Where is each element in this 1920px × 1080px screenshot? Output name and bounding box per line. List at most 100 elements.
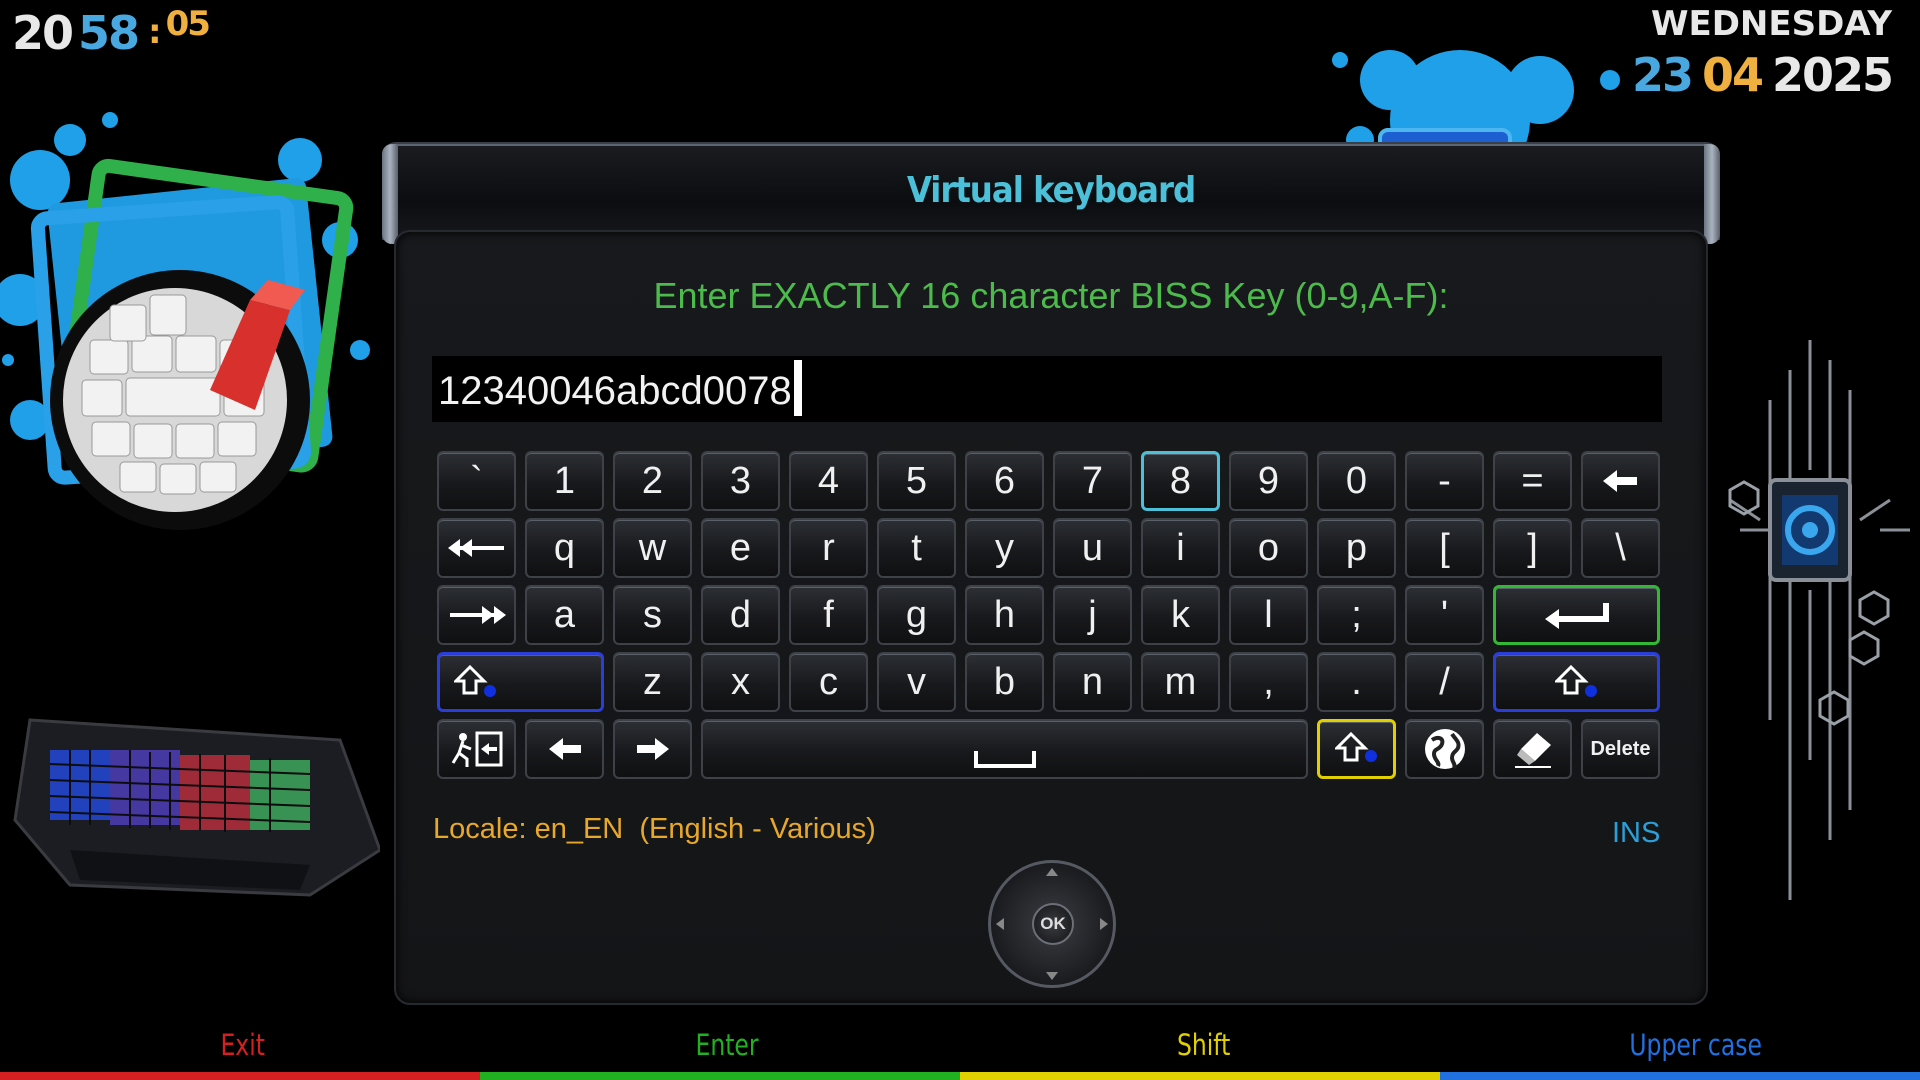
footer-red-label[interactable]: Exit bbox=[220, 1028, 264, 1062]
footer-yellow-label[interactable]: Shift bbox=[1177, 1028, 1230, 1062]
key-9[interactable]: 9 bbox=[1229, 451, 1308, 511]
key-7[interactable]: 7 bbox=[1053, 451, 1132, 511]
key-b[interactable]: b bbox=[965, 652, 1044, 712]
date-year: 2025 bbox=[1771, 48, 1894, 102]
locale-label: Locale: en_EN (English - Various) bbox=[433, 813, 876, 845]
key-r[interactable]: r bbox=[789, 518, 868, 578]
insert-mode-indicator: INS bbox=[1612, 817, 1661, 849]
exit-key[interactable] bbox=[437, 719, 516, 779]
shift-icon bbox=[1554, 665, 1597, 697]
clock: 20 58:05 bbox=[12, 4, 211, 60]
space-icon bbox=[973, 751, 1036, 768]
key-semicolon[interactable]: ; bbox=[1317, 585, 1396, 645]
key-q[interactable]: q bbox=[525, 518, 604, 578]
key-u[interactable]: u bbox=[1053, 518, 1132, 578]
shift-right-key[interactable] bbox=[1493, 652, 1660, 712]
caps-lock-key[interactable] bbox=[1317, 719, 1396, 779]
clock-seconds: 05 bbox=[165, 4, 211, 44]
tab-left-key[interactable] bbox=[437, 518, 516, 578]
backspace-key[interactable] bbox=[1581, 451, 1660, 511]
panel-header: Virtual keyboard bbox=[382, 142, 1720, 244]
key-left-bracket[interactable]: [ bbox=[1405, 518, 1484, 578]
key-n[interactable]: n bbox=[1053, 652, 1132, 712]
clear-key[interactable] bbox=[1493, 719, 1572, 779]
key-o[interactable]: o bbox=[1229, 518, 1308, 578]
locale-key[interactable] bbox=[1405, 719, 1484, 779]
clock-hours: 20 bbox=[12, 6, 74, 60]
key-5[interactable]: 5 bbox=[877, 451, 956, 511]
key-f[interactable]: f bbox=[789, 585, 868, 645]
key-e[interactable]: e bbox=[701, 518, 780, 578]
footer-green-label[interactable]: Enter bbox=[696, 1028, 759, 1062]
key-1[interactable]: 1 bbox=[525, 451, 604, 511]
key-v[interactable]: v bbox=[877, 652, 956, 712]
key-backslash[interactable]: \ bbox=[1581, 518, 1660, 578]
key-j[interactable]: j bbox=[1053, 585, 1132, 645]
key-d[interactable]: d bbox=[701, 585, 780, 645]
key-g[interactable]: g bbox=[877, 585, 956, 645]
date-day: 23 bbox=[1631, 48, 1694, 102]
cursor-right-key[interactable] bbox=[613, 719, 692, 779]
shift-left-key[interactable] bbox=[437, 652, 604, 712]
footer-yellow-bar bbox=[960, 1072, 1440, 1080]
key-right-bracket[interactable]: ] bbox=[1493, 518, 1572, 578]
gaming-keyboard-image bbox=[13, 718, 380, 897]
tab-left-icon bbox=[447, 539, 504, 557]
key-4[interactable]: 4 bbox=[789, 451, 868, 511]
enter-icon bbox=[1544, 603, 1609, 629]
key-c[interactable]: c bbox=[789, 652, 868, 712]
enter-key[interactable] bbox=[1493, 585, 1660, 645]
key-t[interactable]: t bbox=[877, 518, 956, 578]
footer-red-bar bbox=[0, 1072, 480, 1080]
key-0[interactable]: 0 bbox=[1317, 451, 1396, 511]
clock-separator: : bbox=[148, 12, 162, 52]
delete-key[interactable]: Delete bbox=[1581, 719, 1660, 779]
key-equals[interactable]: = bbox=[1493, 451, 1572, 511]
tab-right-key[interactable] bbox=[437, 585, 516, 645]
key-6[interactable]: 6 bbox=[965, 451, 1044, 511]
key-h[interactable]: h bbox=[965, 585, 1044, 645]
globe-icon bbox=[1424, 729, 1465, 769]
keyboard-globe-splash-art bbox=[0, 112, 370, 530]
key-slash[interactable]: / bbox=[1405, 652, 1484, 712]
key-input-value: 12340046abcd0078 bbox=[438, 369, 792, 413]
shift-icon bbox=[454, 665, 496, 697]
date-display: WEDNESDAY 23 04 2025 bbox=[1631, 4, 1894, 102]
arrow-left-icon bbox=[548, 738, 581, 760]
key-comma[interactable]: , bbox=[1229, 652, 1308, 712]
key-apostrophe[interactable]: ' bbox=[1405, 585, 1484, 645]
clock-minutes: 58 bbox=[78, 6, 140, 60]
footer-green-bar bbox=[480, 1072, 960, 1080]
key-minus[interactable]: - bbox=[1405, 451, 1484, 511]
key-z[interactable]: z bbox=[613, 652, 692, 712]
tab-right-icon bbox=[449, 606, 506, 624]
key-period[interactable]: . bbox=[1317, 652, 1396, 712]
key-l[interactable]: l bbox=[1229, 585, 1308, 645]
key-backtick[interactable]: ` bbox=[437, 451, 516, 511]
key-3[interactable]: 3 bbox=[701, 451, 780, 511]
key-2[interactable]: 2 bbox=[613, 451, 692, 511]
key-w[interactable]: w bbox=[613, 518, 692, 578]
arrow-right-icon bbox=[636, 738, 669, 760]
key-k[interactable]: k bbox=[1141, 585, 1220, 645]
ok-button[interactable]: OK bbox=[1032, 903, 1074, 945]
date-month: 04 bbox=[1701, 48, 1764, 102]
input-prompt: Enter EXACTLY 16 character BISS Key (0-9… bbox=[653, 275, 1449, 316]
backspace-arrow-icon bbox=[1602, 470, 1637, 492]
footer-blue-label[interactable]: Upper case bbox=[1629, 1028, 1762, 1062]
key-p[interactable]: p bbox=[1317, 518, 1396, 578]
cursor-left-key[interactable] bbox=[525, 719, 604, 779]
key-input-value-wrap: 12340046abcd0078 bbox=[438, 360, 802, 417]
key-s[interactable]: s bbox=[613, 585, 692, 645]
key-m[interactable]: m bbox=[1141, 652, 1220, 712]
key-i[interactable]: i bbox=[1141, 518, 1220, 578]
caps-lock-icon bbox=[1334, 732, 1377, 762]
eraser-icon bbox=[1514, 733, 1551, 768]
text-caret bbox=[793, 360, 802, 416]
exit-icon bbox=[451, 731, 502, 767]
key-a[interactable]: a bbox=[525, 585, 604, 645]
space-key[interactable] bbox=[701, 719, 1308, 779]
key-8-selected[interactable]: 8 bbox=[1141, 451, 1220, 511]
key-y[interactable]: y bbox=[965, 518, 1044, 578]
key-x[interactable]: x bbox=[701, 652, 780, 712]
